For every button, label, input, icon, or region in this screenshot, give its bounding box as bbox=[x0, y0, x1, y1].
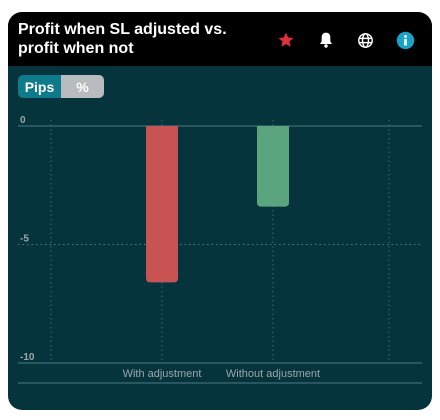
y-tick-label: 0 bbox=[20, 115, 26, 126]
bar-without-adjustment bbox=[257, 126, 289, 207]
y-tick-label: -10 bbox=[20, 352, 35, 363]
x-category-label: Without adjustment bbox=[226, 368, 320, 380]
chart-card: Profit when SL adjusted vs. profit when … bbox=[8, 12, 432, 410]
y-tick-label: -5 bbox=[20, 234, 29, 245]
bar-chart: 0 -5 -10 With adjustment Without adjustment bbox=[18, 115, 422, 384]
bar-with-adjustment bbox=[146, 126, 178, 283]
x-category-label: With adjustment bbox=[123, 368, 202, 380]
